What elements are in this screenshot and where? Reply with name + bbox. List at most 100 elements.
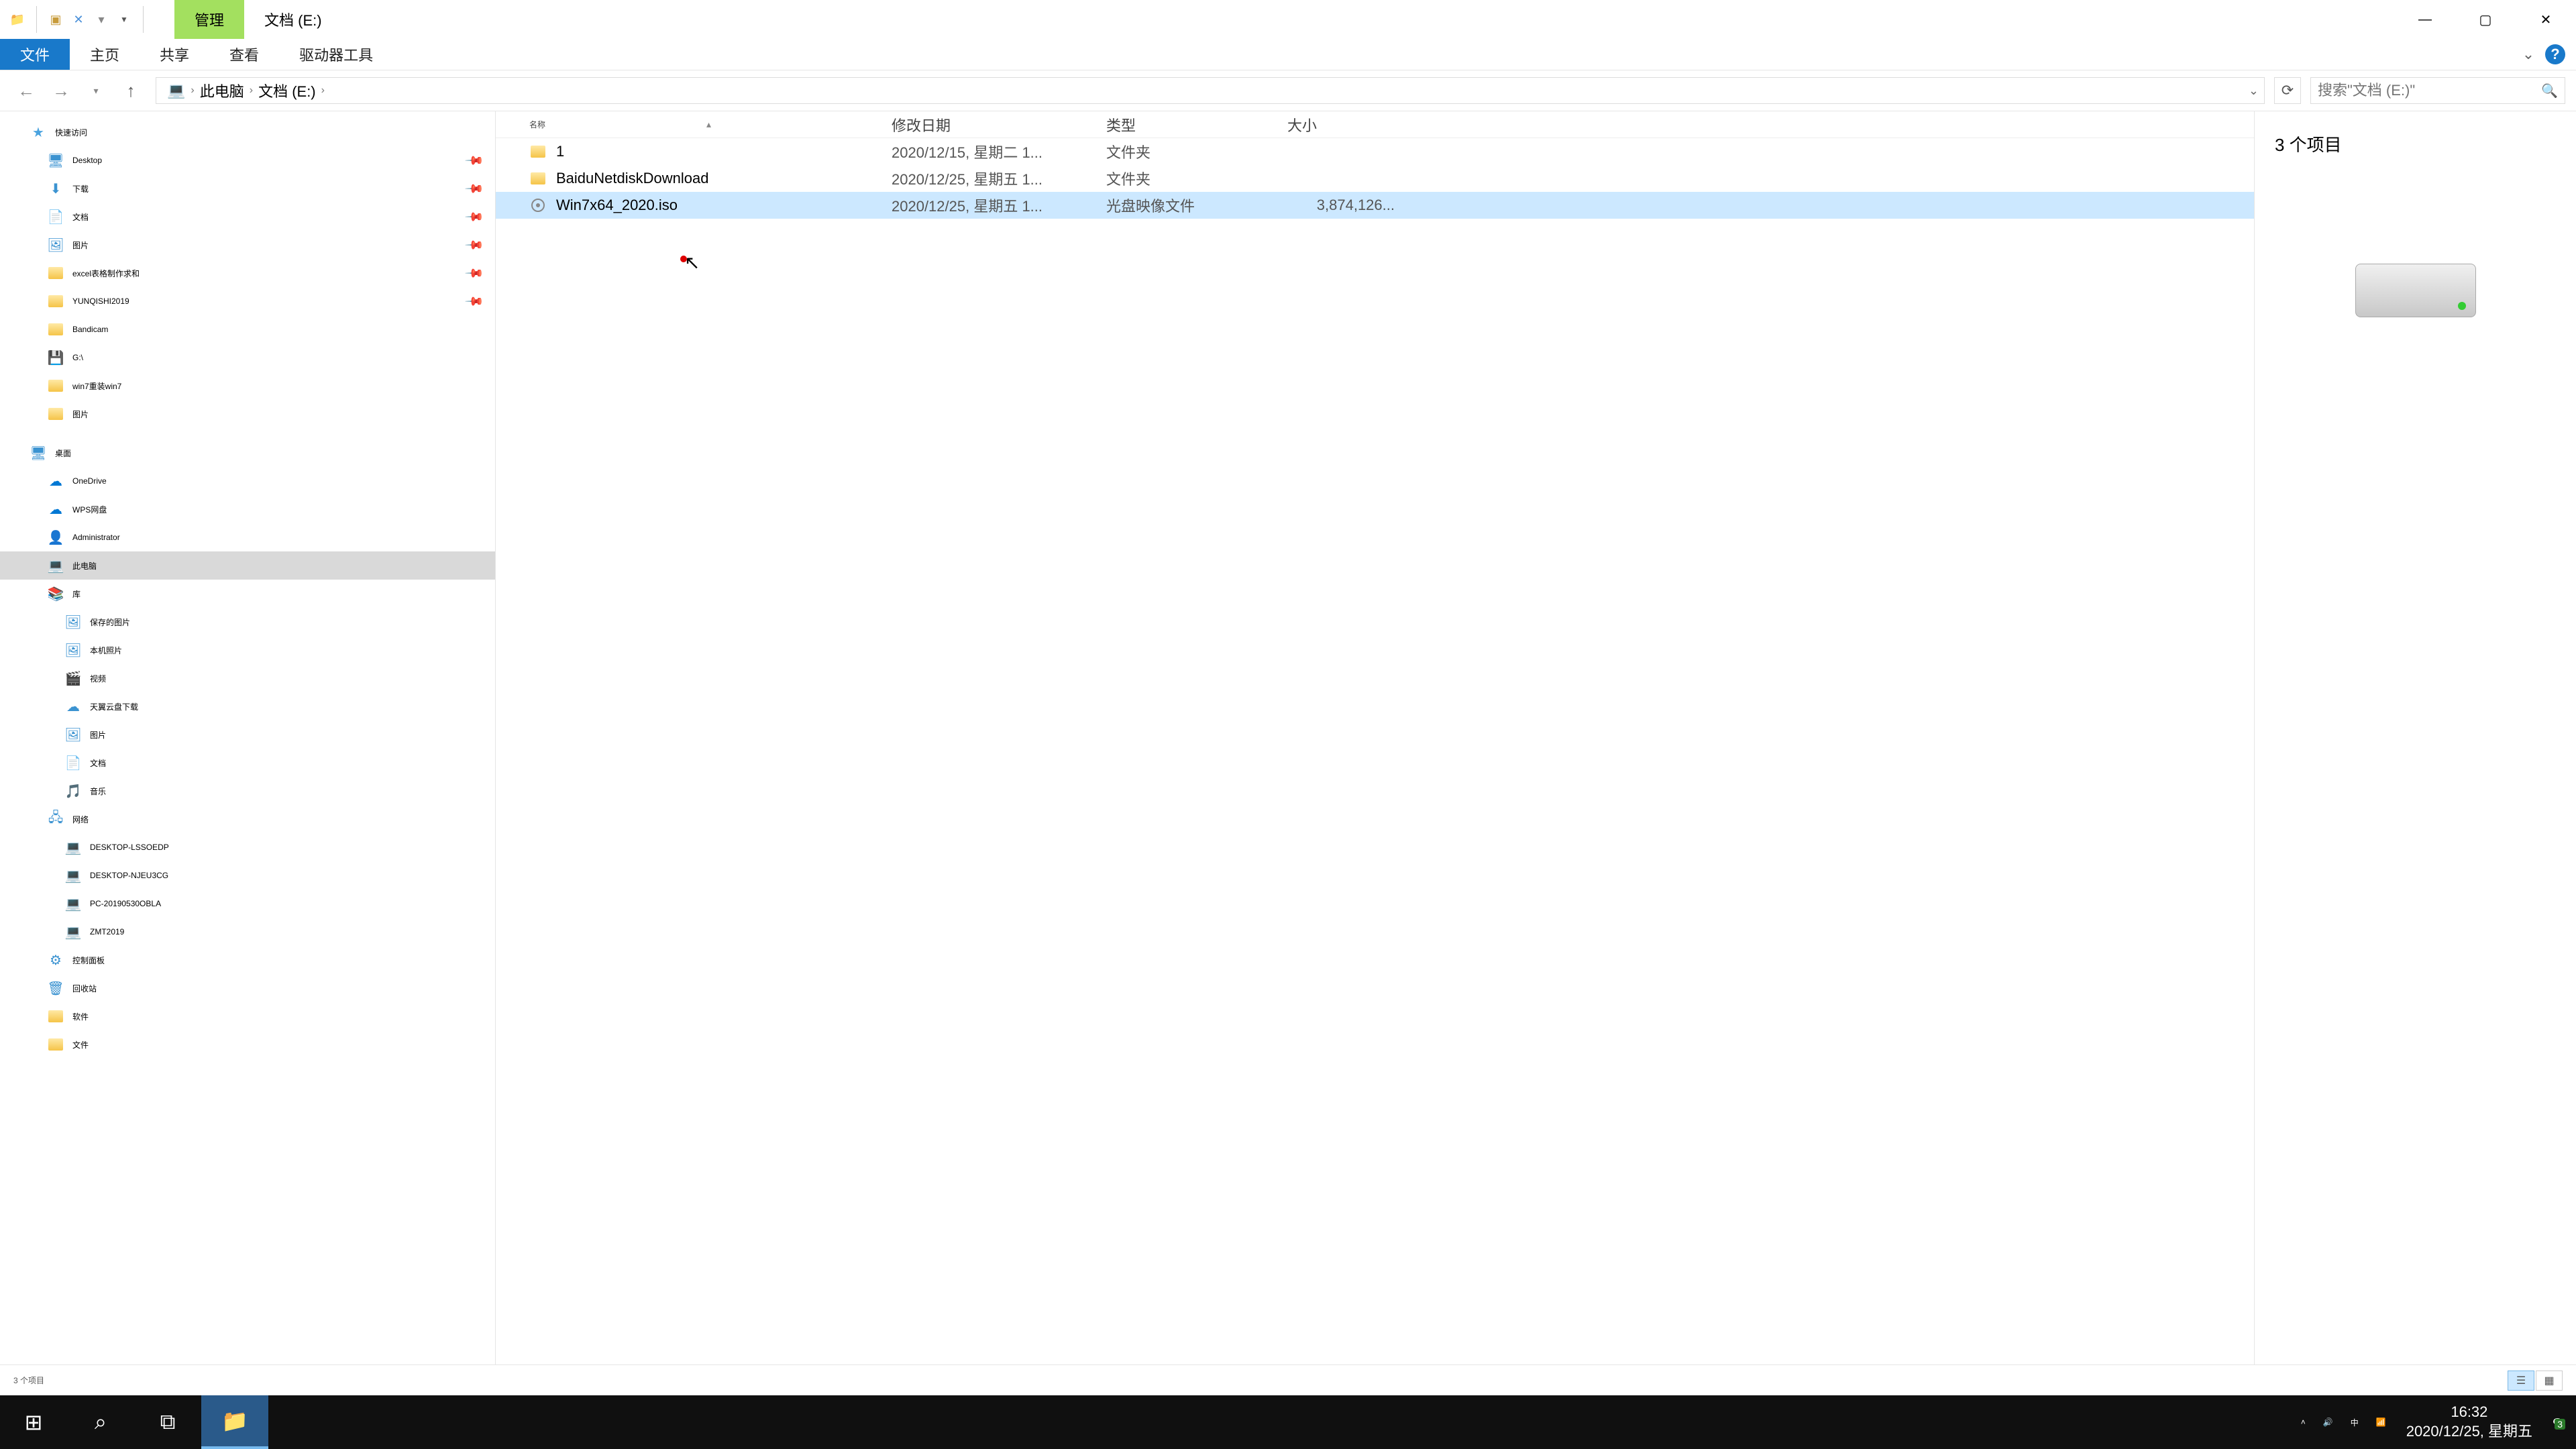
column-name[interactable]: 名称▴	[529, 119, 892, 130]
search-input[interactable]	[2318, 82, 2541, 99]
file-row[interactable]: Win7x64_2020.iso2020/12/25, 星期五 1...光盘映像…	[496, 192, 2254, 219]
tree-thispc[interactable]: 💻此电脑	[0, 551, 495, 580]
search-box[interactable]: 🔍	[2310, 77, 2565, 104]
action-center-button[interactable]: 💬 3	[2553, 1417, 2563, 1427]
tree-savedpics[interactable]: 🖼保存的图片	[0, 608, 495, 636]
tree-pc2[interactable]: 💻DESKTOP-NJEU3CG	[0, 861, 495, 890]
desktop-icon: 🖥	[47, 152, 64, 169]
forward-button[interactable]: →	[46, 75, 76, 106]
tree-documents[interactable]: 📄文档📌	[0, 203, 495, 231]
file-row[interactable]: 12020/12/15, 星期二 1...文件夹	[496, 138, 2254, 165]
tree-libdocs[interactable]: 📄文档	[0, 749, 495, 777]
tree-library[interactable]: 📚库	[0, 580, 495, 608]
pictures-icon: 🖼	[64, 613, 82, 631]
tree-localphotos[interactable]: 🖼本机照片	[0, 636, 495, 664]
recent-dropdown-icon[interactable]: ▾	[80, 75, 111, 106]
column-size[interactable]: 大小	[1287, 114, 1421, 136]
tree-pc1[interactable]: 💻DESKTOP-LSSOEDP	[0, 833, 495, 861]
view-thumbnails-button[interactable]: ▦	[2536, 1371, 2563, 1391]
tree-desktop-root[interactable]: 🖥桌面	[0, 439, 495, 467]
start-button[interactable]: ⊞	[0, 1395, 67, 1449]
tree-pc3[interactable]: 💻PC-20190530OBLA	[0, 890, 495, 918]
column-type[interactable]: 类型	[1106, 114, 1287, 136]
folder-icon	[47, 321, 64, 338]
tree-control[interactable]: ⚙控制面板	[0, 946, 495, 974]
tree-tianyi[interactable]: ☁天翼云盘下载	[0, 692, 495, 720]
file-size: 3,874,126...	[1287, 197, 1421, 214]
breadcrumb-drive[interactable]: 文档 (E:)	[253, 80, 321, 101]
tree-pictures2[interactable]: 图片	[0, 400, 495, 428]
tree-onedrive[interactable]: ☁OneDrive	[0, 467, 495, 495]
app-icon: 📁	[9, 11, 25, 28]
system-tray[interactable]: ˄ 🔊 中 📶	[2301, 1417, 2386, 1428]
maximize-button[interactable]: ▢	[2455, 0, 2516, 39]
desktop-icon: 🖥	[30, 444, 47, 462]
tree-network[interactable]: 🖧网络	[0, 805, 495, 833]
taskview-button[interactable]: ⧉	[134, 1395, 201, 1449]
breadcrumb-thispc[interactable]: 此电脑	[195, 80, 250, 101]
breadcrumb-pc-icon[interactable]: 💻	[162, 82, 191, 99]
file-list-pane[interactable]: 名称▴ 修改日期 类型 大小 12020/12/15, 星期二 1...文件夹B…	[496, 111, 2254, 1364]
tree-downloads[interactable]: ⬇下载📌	[0, 174, 495, 203]
ribbon-tab-home[interactable]: 主页	[70, 39, 140, 70]
address-dropdown-icon[interactable]: ⌄	[2249, 84, 2259, 98]
tree-recycle[interactable]: 🗑回收站	[0, 974, 495, 1002]
tree-bandicam[interactable]: Bandicam	[0, 315, 495, 343]
qat-undo-icon[interactable]: ▾	[93, 11, 109, 28]
qat-properties-icon[interactable]: ▣	[48, 11, 64, 28]
pin-icon: 📌	[464, 207, 484, 227]
tree-yunqishi[interactable]: YUNQISHI2019📌	[0, 287, 495, 315]
back-button[interactable]: ←	[11, 75, 42, 106]
ribbon-tab-share[interactable]: 共享	[140, 39, 209, 70]
search-button[interactable]: ⌕	[67, 1395, 134, 1449]
navigation-bar: ← → ▾ ↑ 💻 › 此电脑 › 文档 (E:) › ⌄ ⟳ 🔍	[0, 70, 2576, 111]
ribbon-expand-icon[interactable]: ⌄	[2518, 44, 2538, 64]
tree-excel[interactable]: excel表格制作求和📌	[0, 259, 495, 287]
taskbar-clock[interactable]: 16:32 2020/12/25, 星期五	[2406, 1403, 2532, 1441]
user-icon: 👤	[47, 529, 64, 546]
minimize-button[interactable]: —	[2395, 0, 2455, 39]
ribbon-tab-view[interactable]: 查看	[209, 39, 279, 70]
chevron-right-icon[interactable]: ›	[321, 85, 325, 97]
search-icon[interactable]: 🔍	[2541, 83, 2558, 99]
column-date[interactable]: 修改日期	[892, 114, 1106, 136]
documents-icon: 📄	[64, 754, 82, 771]
window-title: 文档 (E:)	[244, 0, 342, 39]
tree-admin[interactable]: 👤Administrator	[0, 523, 495, 551]
view-details-button[interactable]: ☰	[2508, 1371, 2534, 1391]
tree-libpics[interactable]: 🖼图片	[0, 720, 495, 749]
up-button[interactable]: ↑	[115, 75, 146, 106]
contextual-tab-manage[interactable]: 管理	[174, 0, 244, 39]
network-icon: 🖧	[47, 810, 64, 828]
folder-icon	[47, 377, 64, 394]
taskbar-explorer[interactable]: 📁	[201, 1395, 268, 1449]
recycle-icon: 🗑	[47, 979, 64, 997]
tree-win7[interactable]: win7重装win7	[0, 372, 495, 400]
tree-gdrive[interactable]: 💾G:\	[0, 343, 495, 372]
close-button[interactable]: ✕	[2516, 0, 2576, 39]
file-row[interactable]: BaiduNetdiskDownload2020/12/25, 星期五 1...…	[496, 165, 2254, 192]
ribbon-tabs: 文件 主页 共享 查看 驱动器工具 ⌄ ?	[0, 39, 2576, 70]
tree-videos[interactable]: 🎬视频	[0, 664, 495, 692]
tree-quickaccess[interactable]: ★快速访问	[0, 118, 495, 146]
navigation-pane[interactable]: ★快速访问 🖥Desktop📌 ⬇下载📌 📄文档📌 🖼图片📌 excel表格制作…	[0, 111, 495, 1364]
tree-desktop[interactable]: 🖥Desktop📌	[0, 146, 495, 174]
tree-files[interactable]: 文件	[0, 1030, 495, 1059]
tree-wps[interactable]: ☁WPS网盘	[0, 495, 495, 523]
tree-pc4[interactable]: 💻ZMT2019	[0, 918, 495, 946]
control-panel-icon: ⚙	[47, 951, 64, 969]
ribbon-tab-drivetools[interactable]: 驱动器工具	[279, 39, 393, 70]
qat-dropdown-icon[interactable]: ▼	[116, 11, 132, 28]
ribbon-tab-file[interactable]: 文件	[0, 39, 70, 70]
tray-chevron-icon[interactable]: ˄	[2301, 1417, 2306, 1427]
refresh-button[interactable]: ⟳	[2274, 77, 2301, 104]
network-icon[interactable]: 📶	[2376, 1417, 2386, 1427]
tree-music[interactable]: 🎵音乐	[0, 777, 495, 805]
tree-pictures[interactable]: 🖼图片📌	[0, 231, 495, 259]
qat-new-folder-icon[interactable]: ✕	[70, 11, 87, 28]
volume-icon[interactable]: 🔊	[2323, 1417, 2333, 1427]
tree-software[interactable]: 软件	[0, 1002, 495, 1030]
address-bar[interactable]: 💻 › 此电脑 › 文档 (E:) › ⌄	[156, 77, 2265, 104]
ime-indicator[interactable]: 中	[2351, 1417, 2359, 1428]
help-icon[interactable]: ?	[2545, 44, 2565, 64]
